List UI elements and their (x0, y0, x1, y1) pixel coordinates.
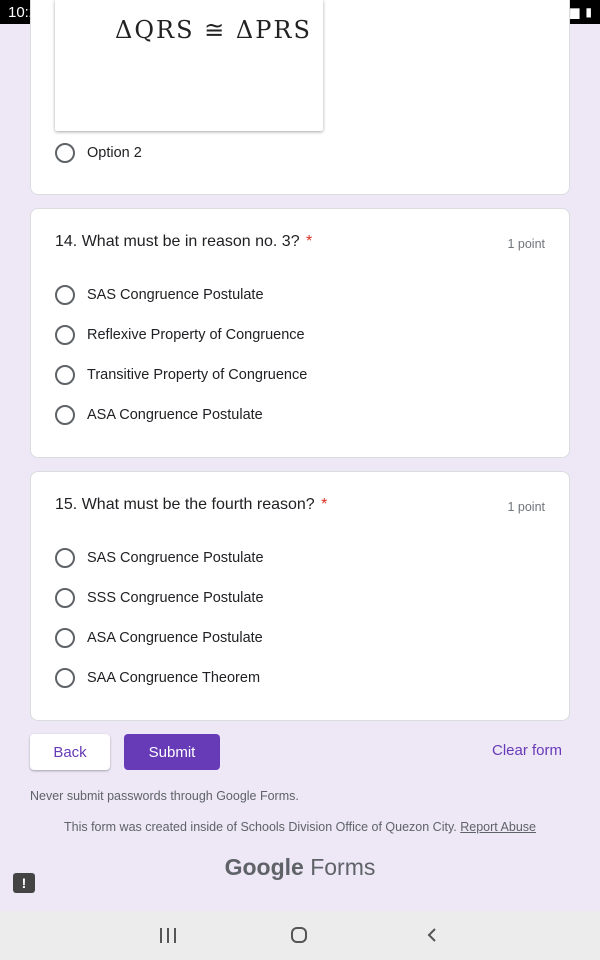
option-item[interactable]: Transitive Property of Congruence (55, 363, 307, 387)
question-image: ΔQRS ≅ ΔPRS (55, 0, 323, 131)
brand-forms: Forms (310, 854, 376, 880)
option-label: SSS Congruence Postulate (87, 590, 264, 606)
password-warning: Never submit passwords through Google Fo… (30, 789, 299, 803)
battery-icon: ▮ (585, 5, 592, 19)
points-label: 1 point (507, 237, 545, 251)
option-item[interactable]: ASA Congruence Postulate (55, 403, 263, 427)
option-label: Option 2 (87, 145, 142, 161)
radio-button[interactable] (55, 668, 75, 688)
points-label: 1 point (507, 500, 545, 514)
option-label: Reflexive Property of Congruence (87, 327, 305, 343)
question-card-13: ΔQRS ≅ ΔPRS Option 2 (30, 0, 570, 195)
radio-button[interactable] (55, 325, 75, 345)
option-item[interactable]: Option 2 (55, 141, 142, 165)
created-text: This form was created inside of Schools … (64, 820, 457, 834)
back-arrow-icon[interactable] (424, 927, 440, 943)
question-title: 14. What must be in reason no. 3? * (55, 233, 312, 251)
option-label: ASA Congruence Postulate (87, 630, 263, 646)
required-asterisk: * (306, 233, 313, 250)
clear-form-button[interactable]: Clear form (492, 742, 562, 759)
option-item[interactable]: ASA Congruence Postulate (55, 626, 263, 650)
google-forms-logo[interactable]: Google Forms (0, 854, 600, 881)
question-text: 15. What must be the fourth reason? (55, 496, 315, 513)
radio-button[interactable] (55, 365, 75, 385)
question-text: 14. What must be in reason no. 3? (55, 233, 300, 250)
radio-button[interactable] (55, 588, 75, 608)
option-item[interactable]: Reflexive Property of Congruence (55, 323, 305, 347)
home-icon[interactable] (291, 927, 307, 943)
question-card-15: 15. What must be the fourth reason? * 1 … (30, 471, 570, 721)
option-label: Transitive Property of Congruence (87, 367, 308, 383)
question-card-14: 14. What must be in reason no. 3? * 1 po… (30, 208, 570, 458)
question-image-equation: ΔQRS ≅ ΔPRS (115, 16, 312, 44)
required-asterisk: * (321, 496, 328, 513)
option-item[interactable]: SSS Congruence Postulate (55, 586, 264, 610)
system-nav-bar (0, 911, 600, 960)
submit-button[interactable]: Submit (124, 734, 220, 770)
radio-button[interactable] (55, 548, 75, 568)
question-title: 15. What must be the fourth reason? * (55, 496, 327, 514)
recent-apps-icon[interactable] (160, 928, 176, 943)
option-item[interactable]: SAS Congruence Postulate (55, 283, 264, 307)
radio-button[interactable] (55, 405, 75, 425)
brand-google: Google (224, 854, 304, 880)
feedback-icon[interactable]: ! (13, 873, 35, 893)
radio-button[interactable] (55, 285, 75, 305)
radio-button[interactable] (55, 143, 75, 163)
radio-button[interactable] (55, 628, 75, 648)
form-created-notice: This form was created inside of Schools … (0, 820, 600, 834)
option-label: SAS Congruence Postulate (87, 287, 264, 303)
report-abuse-link[interactable]: Report Abuse (460, 820, 536, 834)
option-label: SAA Congruence Theorem (87, 670, 261, 686)
option-item[interactable]: SAS Congruence Postulate (55, 546, 264, 570)
option-label: ASA Congruence Postulate (87, 407, 263, 423)
back-button[interactable]: Back (30, 734, 110, 770)
option-label: SAS Congruence Postulate (87, 550, 264, 566)
option-item[interactable]: SAA Congruence Theorem (55, 666, 260, 690)
